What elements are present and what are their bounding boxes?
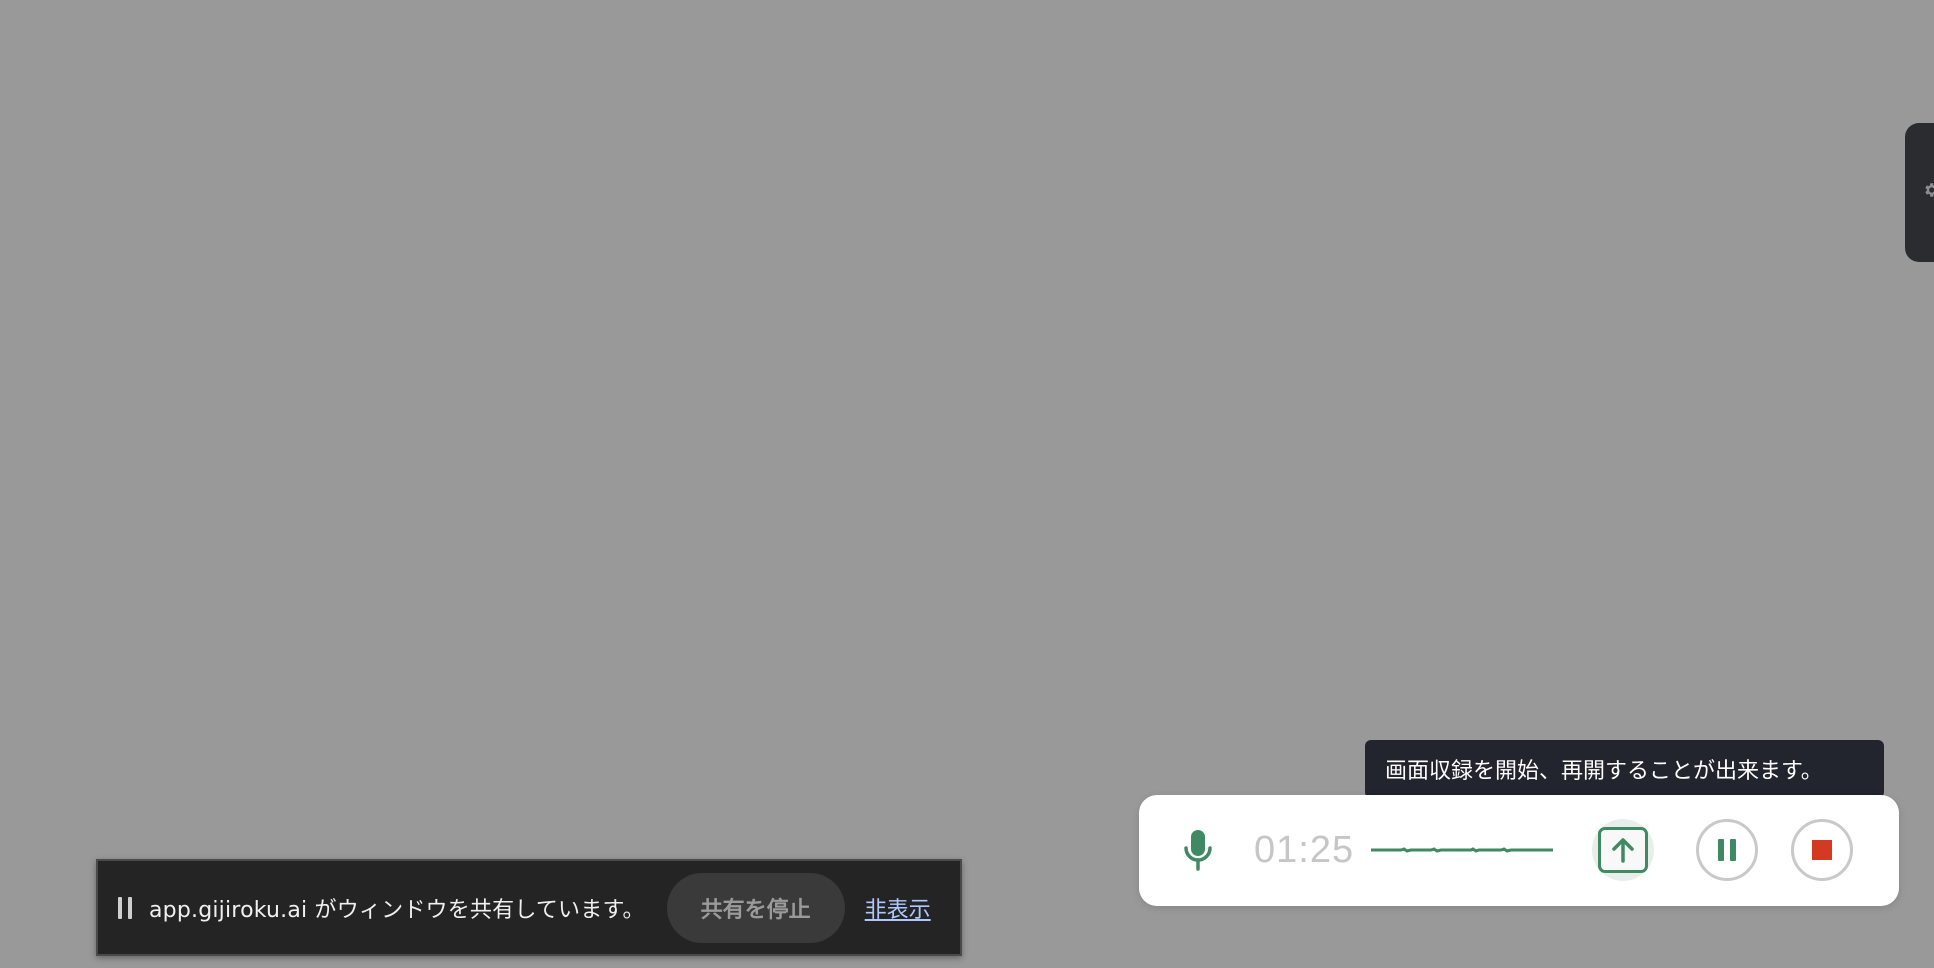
recording-timer: 01:25 [1254, 829, 1355, 871]
recorder-widget: 01:25 [1139, 795, 1899, 906]
upload-frame [1598, 827, 1648, 873]
share-status-text: app.gijiroku.ai がウィンドウを共有しています。 [149, 897, 645, 923]
stop-recording-button[interactable] [1791, 819, 1853, 881]
screen-share-bar: app.gijiroku.ai がウィンドウを共有しています。 共有を停止 非表… [96, 859, 962, 956]
upload-arrow-icon [1612, 838, 1634, 863]
screen-background: 画面収録を開始、再開することが出来ます。 01:25 app.gijiroku.… [0, 0, 1934, 968]
microphone-icon [1184, 830, 1212, 871]
stop-square-icon [1812, 840, 1832, 860]
tooltip-text: 画面収録を開始、再開することが出来ます。 [1385, 759, 1823, 784]
side-panel-tab[interactable] [1905, 123, 1934, 262]
hide-link[interactable]: 非表示 [865, 892, 931, 924]
drag-handle-icon[interactable] [118, 896, 132, 919]
pause-button[interactable] [1696, 819, 1758, 881]
screen-record-button[interactable] [1592, 819, 1654, 881]
stop-sharing-button[interactable]: 共有を停止 [666, 872, 845, 943]
tooltip: 画面収録を開始、再開することが出来ます。 [1365, 740, 1884, 798]
audio-waveform [1371, 847, 1553, 853]
pause-icon [1718, 839, 1736, 861]
gear-icon [1925, 183, 1934, 197]
